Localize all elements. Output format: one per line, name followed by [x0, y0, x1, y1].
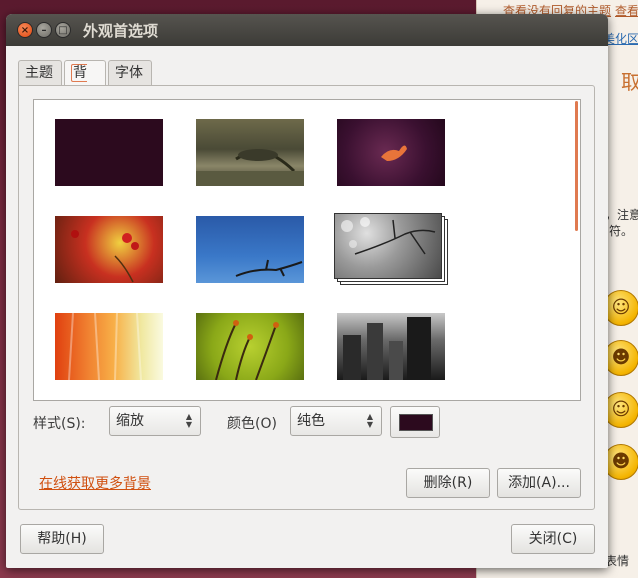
get-more-backgrounds-link[interactable]: 在线获取更多背景 — [39, 473, 151, 493]
heading-fragment: 取 — [621, 70, 638, 94]
wallpaper-city-buildings[interactable] — [337, 313, 445, 380]
notice-text-line1: ，注意 — [605, 208, 638, 222]
tab-theme[interactable]: 主题 — [18, 60, 62, 86]
wallpaper-red-berries[interactable] — [55, 216, 163, 283]
wallpaper-orange-fabric[interactable] — [55, 312, 163, 381]
color-label: 颜色(O) — [227, 416, 277, 432]
grin-icon[interactable]: ☻ — [603, 444, 638, 480]
color-combo[interactable]: 纯色 ▲ ▼ — [290, 406, 382, 436]
tab-fonts-label: 字体 — [115, 65, 143, 81]
gallery-scrollbar[interactable] — [575, 101, 578, 231]
tab-fonts[interactable]: 字体 — [108, 60, 152, 86]
wallpaper-green-stems[interactable] — [196, 313, 304, 381]
stems-icon — [215, 320, 279, 381]
berries-icon — [71, 230, 139, 283]
close-window-icon[interactable]: × — [17, 22, 33, 38]
wallpaper-gallery[interactable] — [33, 99, 581, 401]
close-button[interactable]: 关闭(C) — [511, 524, 595, 554]
style-combo-value: 缩放 — [116, 413, 144, 429]
tab-background[interactable]: 背景 — [64, 60, 106, 106]
buildings-icon — [343, 317, 431, 380]
wallpaper-blue-sky-branch[interactable] — [196, 216, 304, 283]
add-button[interactable]: 添加(A)... — [497, 468, 581, 498]
bokeh-branch-icon — [341, 217, 436, 255]
remove-button[interactable]: 删除(R) — [406, 468, 490, 498]
branch-icon — [235, 259, 303, 277]
emoticons-label: 表情 — [605, 554, 630, 568]
wallpaper-bird-purple[interactable] — [337, 119, 445, 186]
laugh-icon[interactable]: ☻ — [603, 340, 638, 376]
combo-arrows-icon: ▲ ▼ — [185, 412, 192, 429]
wallpaper-bokeh-branch-selected[interactable] — [334, 213, 448, 285]
wallpaper-bokeh-image — [334, 213, 442, 279]
combo-arrows-icon: ▲ ▼ — [366, 412, 373, 429]
fabric-folds-icon — [68, 312, 142, 381]
smile-icon[interactable]: ☺ — [603, 290, 638, 326]
color-picker-button[interactable] — [390, 406, 440, 438]
minimize-window-icon[interactable]: – — [36, 22, 52, 38]
background-tab-panel: 样式(S): 缩放 ▲ ▼ 颜色(O) 纯色 ▲ ▼ 在线获取更多背景 删除(R) … — [18, 85, 595, 510]
view-link[interactable]: 查看 — [615, 2, 638, 19]
bird-icon — [381, 145, 407, 161]
appearance-preferences-window: × – □ 外观首选项 主题 背景 字体 — [6, 14, 608, 568]
maximize-window-icon[interactable]: □ — [55, 22, 71, 38]
beautify-section-link[interactable]: 美化区 — [603, 30, 638, 47]
sweat-icon[interactable]: ☺ — [603, 392, 638, 428]
color-swatch — [399, 414, 433, 431]
tab-theme-label: 主题 — [25, 65, 53, 81]
tree-silhouette-icon — [196, 149, 304, 186]
style-label: 样式(S): — [33, 416, 86, 432]
wallpaper-plain-purple[interactable] — [55, 119, 163, 186]
help-button[interactable]: 帮助(H) — [20, 524, 104, 554]
notice-text-line2: 符。 — [609, 224, 634, 238]
titlebar: × – □ 外观首选项 — [6, 14, 608, 46]
wallpaper-tree-field[interactable] — [196, 119, 304, 186]
window-title: 外观首选项 — [83, 22, 159, 40]
color-combo-value: 纯色 — [297, 413, 325, 429]
style-combo[interactable]: 缩放 ▲ ▼ — [109, 406, 201, 436]
